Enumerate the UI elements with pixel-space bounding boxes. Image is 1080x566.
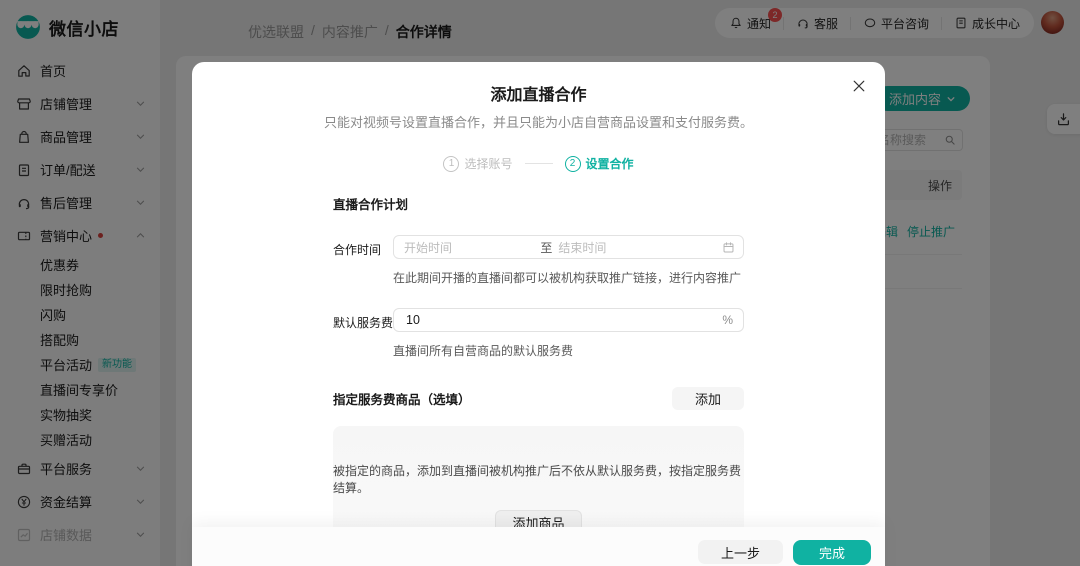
default-fee-label: 默认服务费 [333,316,394,330]
step-1-label: 选择账号 [464,157,513,171]
coop-time-label: 合作时间 [333,243,382,257]
calendar-icon [723,241,734,252]
done-button[interactable]: 完成 [792,540,871,565]
to-text: 至 [540,240,553,255]
step-indicator: 1 选择账号 2 设置合作 [192,155,885,172]
step-2-circle: 2 [564,155,581,172]
specified-fee-section-title: 指定服务费商品（选填） [333,393,471,407]
fee-value-field[interactable] [404,312,723,328]
step-1-circle: 1 [443,155,460,172]
add-live-coop-modal: 添加直播合作 只能对视频号设置直播合作，并且只能为小店自营商品设置和支付服务费。… [192,62,885,566]
date-range-input[interactable]: 开始时间 至 结束时间 [393,235,744,259]
step-set-cooperation: 2 设置合作 [564,155,634,172]
app-screen: 微信小店 首页店铺管理商品管理订单/配送售后管理营销中心优惠券限时抢购闪购搭配购… [0,0,1080,566]
add-button[interactable]: 添加 [671,387,744,410]
end-time-placeholder[interactable]: 结束时间 [558,239,722,256]
modal-subtitle: 只能对视频号设置直播合作，并且只能为小店自营商品设置和支付服务费。 [323,115,753,130]
coop-time-help: 在此期间开播的直播间都可以被机构获取推广链接，进行内容推广 [393,271,742,285]
step-select-account: 1 选择账号 [443,155,513,172]
plan-section-title: 直播合作计划 [333,198,409,212]
percent-unit: % [722,313,733,327]
panel-description: 被指定的商品，添加到直播间被机构推广后不依从默认服务费，按指定服务费结算。 [333,464,742,495]
step-connector [524,163,553,164]
modal-footer: 上一步 完成 [192,527,885,566]
previous-step-button[interactable]: 上一步 [697,540,783,564]
default-fee-help: 直播间所有自营商品的默认服务费 [393,344,574,358]
default-fee-input[interactable]: % [393,308,744,332]
step-2-label: 设置合作 [585,157,634,171]
close-button[interactable] [849,76,869,96]
start-time-placeholder[interactable]: 开始时间 [404,239,540,256]
modal-title: 添加直播合作 [490,87,587,104]
close-icon [853,80,865,92]
